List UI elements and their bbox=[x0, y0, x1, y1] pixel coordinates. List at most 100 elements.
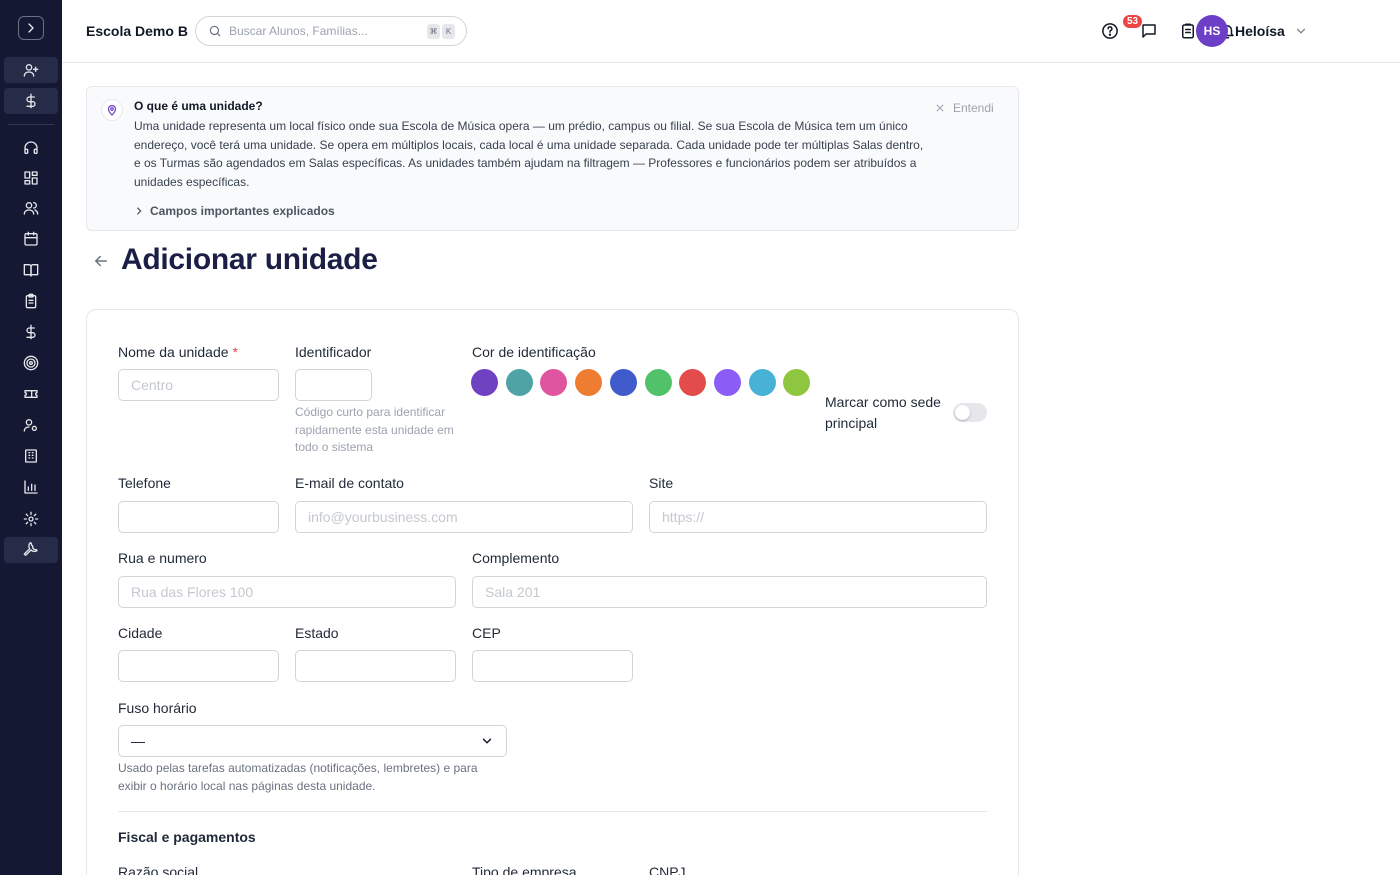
sidebar-item-tools[interactable] bbox=[4, 537, 58, 563]
sidebar-toggle-button[interactable] bbox=[18, 16, 44, 40]
sidebar bbox=[0, 0, 62, 875]
zip-input[interactable] bbox=[472, 650, 633, 682]
color-swatch[interactable] bbox=[644, 369, 672, 396]
color-swatch[interactable] bbox=[505, 369, 533, 396]
back-arrow-icon[interactable] bbox=[92, 252, 110, 270]
color-swatch[interactable] bbox=[679, 369, 707, 396]
dashboard-icon bbox=[24, 171, 38, 185]
help-icon bbox=[1102, 23, 1118, 39]
sidebar-item-add-user[interactable] bbox=[4, 57, 58, 83]
color-swatch[interactable] bbox=[609, 369, 637, 396]
info-title: O que é uma unidade? bbox=[134, 99, 263, 113]
user-settings-icon bbox=[23, 419, 37, 432]
search-box[interactable]: Buscar Alunos, Famílias... ⌘ K bbox=[195, 16, 467, 46]
search-placeholder: Buscar Alunos, Famílias... bbox=[229, 24, 368, 38]
info-body: Uma unidade representa um local físico o… bbox=[134, 119, 924, 189]
tasks-count-badge: 53 bbox=[1122, 14, 1144, 29]
users-icon bbox=[23, 202, 39, 215]
clipboard-icon bbox=[25, 293, 37, 309]
calendar-icon bbox=[24, 231, 38, 246]
sidebar-item-staff[interactable] bbox=[4, 412, 58, 438]
close-icon bbox=[936, 104, 944, 112]
chevron-right-icon bbox=[28, 23, 34, 33]
dollar-icon bbox=[26, 324, 36, 340]
name-label: Nome da unidade * bbox=[118, 344, 238, 360]
dismiss-button[interactable]: Entendi bbox=[935, 101, 994, 115]
info-banner: O que é uma unidade? Uma unidade represe… bbox=[86, 86, 1019, 231]
sidebar-item-finance[interactable] bbox=[4, 319, 58, 345]
help-button[interactable] bbox=[1100, 21, 1120, 41]
sidebar-item-courses[interactable] bbox=[4, 257, 58, 283]
fiscal-section-title: Fiscal e pagamentos bbox=[118, 829, 256, 845]
sidebar-item-billing[interactable] bbox=[4, 88, 58, 114]
state-input[interactable] bbox=[295, 650, 456, 682]
sidebar-item-goals[interactable] bbox=[4, 350, 58, 376]
sidebar-item-support[interactable] bbox=[4, 135, 58, 161]
wrench-icon bbox=[23, 542, 38, 556]
state-label: Estado bbox=[295, 625, 339, 641]
chevron-down-icon[interactable] bbox=[1294, 24, 1308, 38]
school-name[interactable]: Escola Demo B bbox=[86, 23, 188, 39]
sidebar-item-tasks[interactable] bbox=[4, 288, 58, 314]
timezone-hint: Usado pelas tarefas automatizadas (notif… bbox=[118, 761, 478, 793]
target-icon bbox=[23, 355, 39, 371]
cnpj-label: CNPJ bbox=[649, 864, 686, 875]
gear-icon bbox=[23, 511, 39, 527]
sidebar-item-reports[interactable] bbox=[4, 474, 58, 500]
color-swatch[interactable] bbox=[471, 369, 498, 396]
color-swatch[interactable] bbox=[575, 369, 603, 396]
search-icon bbox=[209, 25, 221, 37]
identifier-input[interactable] bbox=[295, 369, 372, 401]
email-input[interactable] bbox=[295, 501, 633, 533]
clipboard-check-icon bbox=[1182, 23, 1194, 39]
toggle-knob bbox=[955, 405, 970, 420]
sidebar-item-tickets[interactable] bbox=[4, 381, 58, 407]
timezone-label: Fuso horário bbox=[118, 700, 197, 716]
timezone-value: — bbox=[131, 733, 145, 749]
headquarters-label: Marcar como sede principal bbox=[825, 394, 941, 431]
headquarters-toggle[interactable] bbox=[953, 403, 987, 422]
color-swatch[interactable] bbox=[748, 369, 776, 396]
sidebar-item-students[interactable] bbox=[4, 195, 58, 221]
sidebar-item-dashboard[interactable] bbox=[4, 165, 58, 191]
headset-icon bbox=[24, 141, 38, 154]
zip-label: CEP bbox=[472, 625, 501, 641]
user-name[interactable]: Heloísa bbox=[1235, 23, 1285, 39]
sidebar-item-calendar[interactable] bbox=[4, 226, 58, 252]
name-input[interactable] bbox=[118, 369, 279, 401]
website-label: Site bbox=[649, 475, 674, 491]
section-divider bbox=[118, 811, 987, 812]
page-title: Adicionar unidade bbox=[121, 243, 378, 276]
tasks-button[interactable] bbox=[1178, 21, 1198, 41]
ticket-icon bbox=[24, 390, 38, 398]
identifier-label: Identificador bbox=[295, 344, 372, 360]
company-type-label: Tipo de empresa bbox=[472, 864, 577, 875]
phone-input[interactable] bbox=[118, 501, 279, 533]
color-swatch[interactable] bbox=[713, 369, 741, 396]
required-mark: * bbox=[232, 344, 238, 360]
sidebar-item-settings[interactable] bbox=[4, 506, 58, 532]
chevron-right-icon bbox=[137, 207, 142, 215]
city-input[interactable] bbox=[118, 650, 279, 682]
expand-label: Campos importantes explicados bbox=[150, 204, 335, 218]
chart-icon bbox=[24, 480, 38, 494]
shortcut-key-cmd: ⌘ bbox=[427, 24, 440, 39]
website-input[interactable] bbox=[649, 501, 987, 533]
identifier-hint: Código curto para identificar rapidament… bbox=[295, 405, 454, 454]
phone-label: Telefone bbox=[118, 475, 171, 491]
complement-label: Complemento bbox=[472, 550, 560, 566]
map-pin-icon bbox=[101, 99, 123, 121]
color-label: Cor de identificação bbox=[472, 344, 596, 360]
street-input[interactable] bbox=[118, 576, 456, 608]
chevron-down-icon bbox=[482, 738, 492, 744]
complement-input[interactable] bbox=[472, 576, 987, 608]
shortcut-key-k: K bbox=[442, 24, 455, 39]
avatar[interactable]: HS bbox=[1196, 15, 1228, 47]
chat-icon bbox=[1142, 24, 1156, 38]
sidebar-item-locations[interactable] bbox=[4, 443, 58, 469]
dollar-icon bbox=[26, 93, 36, 109]
timezone-select[interactable]: — bbox=[118, 725, 507, 757]
book-icon bbox=[23, 264, 39, 277]
expand-fields-toggle[interactable]: Campos importantes explicados bbox=[134, 204, 335, 218]
building-icon bbox=[25, 449, 37, 463]
